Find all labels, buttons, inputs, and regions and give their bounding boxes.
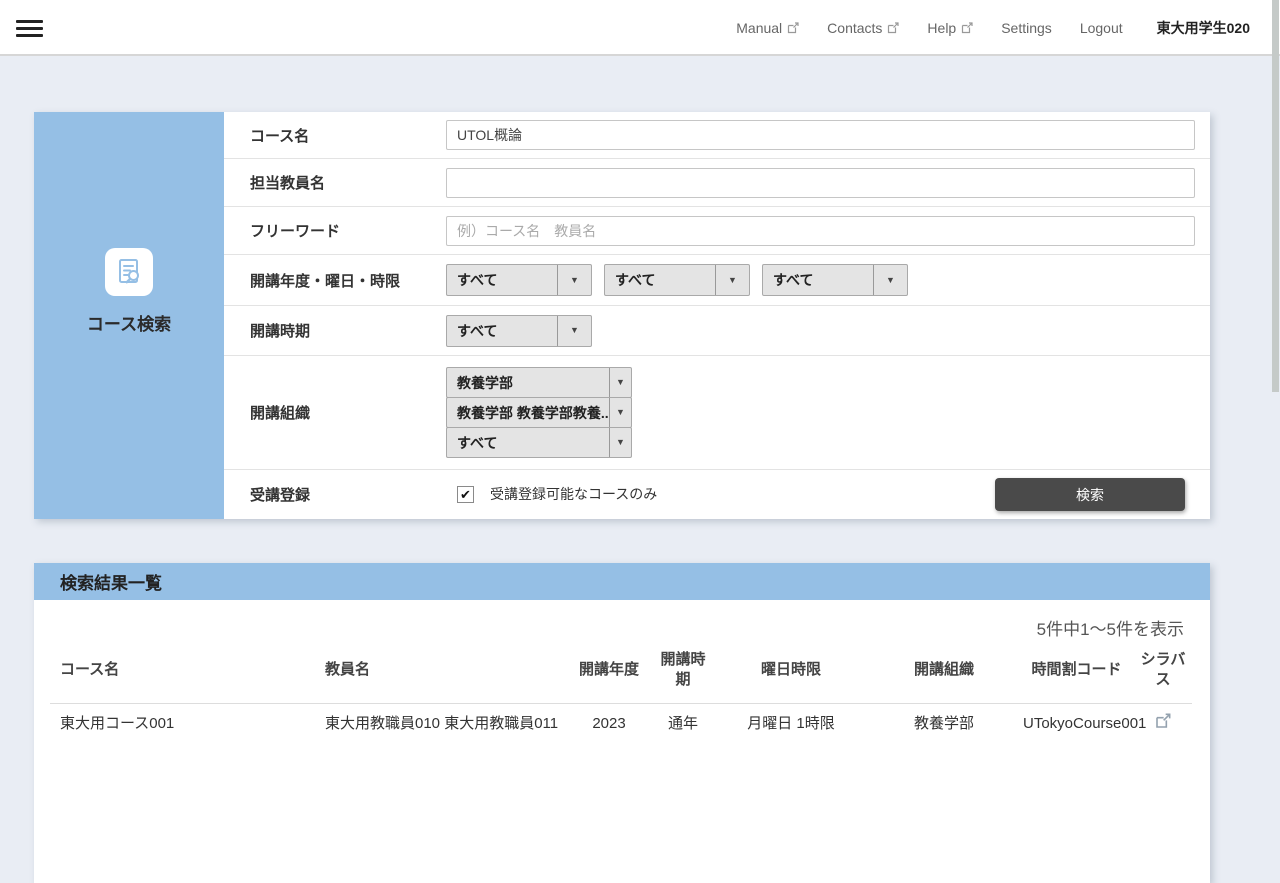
term-row: 開講時期 すべて ▼ (224, 306, 1210, 356)
chevron-down-icon[interactable]: ▼ (609, 428, 631, 457)
search-button[interactable]: 検索 (995, 478, 1185, 511)
scrollbar-thumb[interactable] (1272, 0, 1279, 392)
organization-select-2[interactable]: 教養学部 教養学部教養... ▼ (446, 397, 632, 428)
col-header-instructors: 教員名 (315, 644, 565, 703)
nav-contacts-link[interactable]: Contacts (827, 20, 899, 36)
nav-contacts-label: Contacts (827, 20, 882, 36)
instructor-label: 担当教員名 (224, 172, 446, 193)
year-select[interactable]: すべて ▼ (446, 264, 592, 296)
freeword-input[interactable] (446, 216, 1195, 246)
nav-settings-link[interactable]: Settings (1001, 20, 1052, 36)
nav-help-link[interactable]: Help (927, 20, 973, 36)
nav-settings-label: Settings (1001, 20, 1052, 36)
day-select-value: すべて (605, 265, 715, 295)
cell-course-name[interactable]: 東大用コース001 (50, 703, 315, 743)
course-name-input[interactable] (446, 120, 1195, 150)
cell-timetable-code: UTokyoCourse001 (1019, 703, 1134, 743)
results-header: 検索結果一覧 (34, 563, 1210, 600)
cell-organization: 教養学部 (869, 703, 1019, 743)
organization-label: 開講組織 (224, 402, 446, 423)
year-day-period-row: 開講年度・曜日・時限 すべて ▼ すべて ▼ すべて ▼ (224, 255, 1210, 306)
external-link-icon[interactable] (1155, 716, 1171, 733)
freeword-label: フリーワード (224, 220, 446, 241)
chevron-down-icon[interactable]: ▼ (609, 398, 631, 427)
term-select-value: すべて (447, 316, 557, 346)
registration-label: 受講登録 (224, 484, 446, 505)
panel-title: コース検索 (87, 310, 171, 335)
chevron-down-icon[interactable]: ▼ (609, 368, 631, 397)
organization-select-1-value: 教養学部 (447, 368, 609, 397)
organization-select-2-value: 教養学部 教養学部教養... (447, 398, 609, 427)
nav-manual-link[interactable]: Manual (736, 20, 799, 36)
freeword-row: フリーワード (224, 207, 1210, 255)
course-name-label: コース名 (224, 125, 446, 146)
course-search-side-banner: コース検索 (34, 112, 224, 519)
nav-manual-label: Manual (736, 20, 782, 36)
col-header-day-period: 曜日時限 (713, 644, 869, 703)
cell-term: 通年 (653, 703, 713, 743)
nav-logout-link[interactable]: Logout (1080, 20, 1123, 36)
chevron-down-icon[interactable]: ▼ (873, 265, 907, 295)
col-header-year: 開講年度 (565, 644, 653, 703)
check-icon: ✔ (460, 488, 471, 501)
col-header-syllabus: シラバス (1134, 644, 1192, 703)
organization-row: 開講組織 教養学部 ▼ 教養学部 教養学部教養... ▼ すべて ▼ (224, 356, 1210, 470)
username: 東大用学生020 (1157, 18, 1250, 38)
external-link-icon (787, 22, 799, 34)
table-header-row: コース名 教員名 開講年度 開講時期 曜日時限 開講組織 時間割コード シラバス (50, 644, 1192, 703)
course-search-icon (105, 248, 153, 296)
nav-logout-label: Logout (1080, 20, 1123, 36)
course-search-panel: コース検索 コース名 担当教員名 フリーワード 開講年度・曜日・時限 すべて ▼ (34, 112, 1210, 519)
table-row[interactable]: 東大用コース001 東大用教職員010 東大用教職員011 2023 通年 月曜… (50, 703, 1192, 743)
top-bar: Manual Contacts Help Settings Logout 東大用… (0, 0, 1280, 56)
registration-checkbox-label: 受講登録可能なコースのみ (490, 484, 657, 504)
day-select[interactable]: すべて ▼ (604, 264, 750, 296)
chevron-down-icon[interactable]: ▼ (557, 265, 591, 295)
cell-day-period: 月曜日 1時限 (713, 703, 869, 743)
registration-row: 受講登録 ✔ 受講登録可能なコースのみ 検索 (224, 470, 1210, 518)
period-select[interactable]: すべて ▼ (762, 264, 908, 296)
cell-syllabus (1134, 703, 1192, 743)
external-link-icon (887, 22, 899, 34)
hamburger-menu-icon[interactable] (16, 20, 43, 37)
year-select-value: すべて (447, 265, 557, 295)
cell-instructors: 東大用教職員010 東大用教職員011 (315, 703, 565, 743)
chevron-down-icon[interactable]: ▼ (715, 265, 749, 295)
top-nav: Manual Contacts Help Settings Logout 東大用… (736, 0, 1250, 56)
nav-help-label: Help (927, 20, 956, 36)
results-title: 検索結果一覧 (60, 569, 162, 594)
instructor-input[interactable] (446, 168, 1195, 198)
organization-select-3[interactable]: すべて ▼ (446, 427, 632, 458)
term-select[interactable]: すべて ▼ (446, 315, 592, 347)
organization-select-3-value: すべて (447, 428, 609, 457)
col-header-course-name: コース名 (50, 644, 315, 703)
instructor-row: 担当教員名 (224, 159, 1210, 207)
search-results-panel: 検索結果一覧 5件中1〜5件を表示 コース名 教員名 開講年度 開講時期 曜日時… (34, 563, 1210, 883)
chevron-down-icon[interactable]: ▼ (557, 316, 591, 346)
col-header-organization: 開講組織 (869, 644, 1019, 703)
col-header-timetable-code: 時間割コード (1019, 644, 1134, 703)
results-count: 5件中1〜5件を表示 (34, 600, 1210, 644)
registration-checkbox[interactable]: ✔ (457, 486, 474, 503)
page-scrollbar (1271, 0, 1280, 720)
col-header-term: 開講時期 (653, 644, 713, 703)
year-day-period-label: 開講年度・曜日・時限 (224, 270, 446, 291)
cell-year: 2023 (565, 703, 653, 743)
external-link-icon (961, 22, 973, 34)
period-select-value: すべて (763, 265, 873, 295)
organization-select-1[interactable]: 教養学部 ▼ (446, 367, 632, 398)
term-label: 開講時期 (224, 320, 446, 341)
course-name-row: コース名 (224, 112, 1210, 159)
results-table: コース名 教員名 開講年度 開講時期 曜日時限 開講組織 時間割コード シラバス… (50, 644, 1192, 743)
search-form: コース名 担当教員名 フリーワード 開講年度・曜日・時限 すべて ▼ すべて ▼ (224, 112, 1210, 519)
